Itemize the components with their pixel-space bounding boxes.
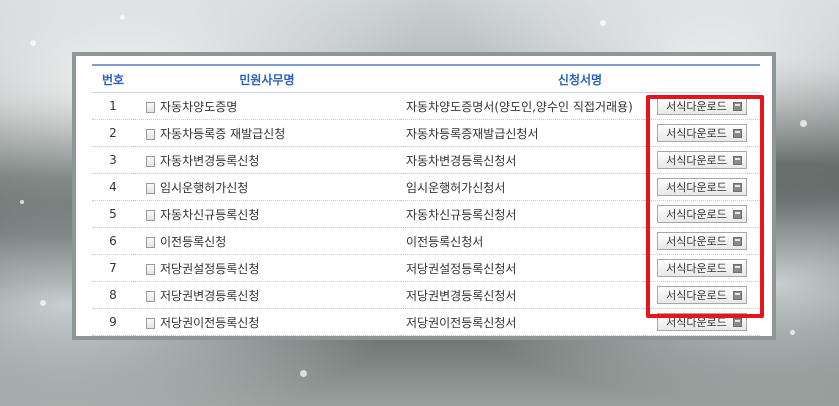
floppy-disk-icon [732,263,742,273]
table-row: 1 자동차양도증명 자동차양도증명서(양도인,양수인 직접거래용) 서식다운로드 [92,92,761,120]
row-service-name[interactable]: 임시운행허가신청 [134,173,400,201]
table-row: 8 저당권변경등록신청 저당권변경등록신청서 서식다운로드 [92,281,761,309]
table-row: 2 자동차등록증 재발급신청 자동차등록증재발급신청서 서식다운로드 [92,119,761,147]
service-name-text[interactable]: 자동차변경등록신청 [160,154,259,168]
row-form-name: 이전등록신청서 [400,227,644,255]
row-number: 6 [92,227,134,255]
document-icon [146,155,155,167]
table-row: 3 자동차변경등록신청 자동차변경등록신청서 서식다운로드 [92,146,761,174]
document-icon [146,209,155,221]
row-number: 7 [92,254,134,282]
table-row: 5 자동차신규등록신청 자동차신규등록신청서 서식다운로드 [92,200,761,228]
form-download-button[interactable]: 서식다운로드 [657,124,747,142]
download-label: 서식다운로드 [666,100,727,113]
row-form-name: 저당권이전등록신청서 [400,308,644,336]
download-label: 서식다운로드 [666,127,727,140]
form-download-button[interactable]: 서식다운로드 [657,151,747,169]
service-name-text[interactable]: 이전등록신청 [160,235,226,249]
floppy-disk-icon [732,182,742,192]
download-label: 서식다운로드 [666,181,727,194]
download-label: 서식다운로드 [666,208,727,221]
form-download-button[interactable]: 서식다운로드 [657,178,747,196]
document-icon [146,128,155,140]
row-form-name: 자동차변경등록신청서 [400,146,644,174]
table-row: 6 이전등록신청 이전등록신청서 서식다운로드 [92,227,761,255]
row-form-name: 자동차양도증명서(양도인,양수인 직접거래용) [400,92,644,120]
download-label: 서식다운로드 [666,154,727,167]
row-service-name[interactable]: 자동차등록증 재발급신청 [134,119,400,147]
row-download: 서식다운로드 [644,92,761,120]
row-number: 2 [92,119,134,147]
row-download: 서식다운로드 [644,173,761,201]
row-number: 1 [92,92,134,120]
document-icon [146,236,155,248]
row-number: 8 [92,281,134,309]
row-number: 3 [92,146,134,174]
row-download: 서식다운로드 [644,227,761,255]
service-name-text[interactable]: 자동차신규등록신청 [160,208,259,222]
form-download-button[interactable]: 서식다운로드 [657,97,747,115]
row-form-name: 자동차등록증재발급신청서 [400,119,644,147]
row-download: 서식다운로드 [644,200,761,228]
service-name-text[interactable]: 임시운행허가신청 [160,181,248,195]
row-number: 4 [92,173,134,201]
table-row: 9 저당권이전등록신청 저당권이전등록신청서 서식다운로드 [92,308,761,336]
floppy-disk-icon [732,101,742,111]
row-service-name[interactable]: 자동차양도증명 [134,92,400,120]
floppy-disk-icon [732,236,742,246]
floppy-disk-icon [732,155,742,165]
header-number: 번호 [92,64,134,93]
download-label: 서식다운로드 [666,316,727,329]
row-download: 서식다운로드 [644,281,761,309]
row-download: 서식다운로드 [644,254,761,282]
row-service-name[interactable]: 자동차신규등록신청 [134,200,400,228]
form-download-button[interactable]: 서식다운로드 [657,259,747,277]
row-number: 9 [92,308,134,336]
service-name-text[interactable]: 저당권이전등록신청 [160,316,259,330]
form-download-button[interactable]: 서식다운로드 [657,313,747,331]
row-download: 서식다운로드 [644,119,761,147]
document-icon [146,290,155,302]
row-download: 서식다운로드 [644,308,761,336]
service-name-text[interactable]: 저당권설정등록신청 [160,262,259,276]
floppy-disk-icon [732,128,742,138]
floppy-disk-icon [732,317,742,327]
row-service-name[interactable]: 저당권이전등록신청 [134,308,400,336]
form-download-button[interactable]: 서식다운로드 [657,286,747,304]
service-name-text[interactable]: 저당권변경등록신청 [160,289,259,303]
row-service-name[interactable]: 저당권설정등록신청 [134,254,400,282]
row-form-name: 저당권변경등록신청서 [400,281,644,309]
floppy-disk-icon [732,209,742,219]
row-form-name: 임시운행허가신청서 [400,173,644,201]
header-service-name: 민원사무명 [134,64,400,93]
row-number: 5 [92,200,134,228]
floppy-disk-icon [732,290,742,300]
row-download: 서식다운로드 [644,146,761,174]
document-icon [146,317,155,329]
table-row: 7 저당권설정등록신청 저당권설정등록신청서 서식다운로드 [92,254,761,282]
civil-forms-panel: 번호 민원사무명 신청서명 1 자동차양도증명 자동차양도증명서(양도인,양수인 직… [72,52,776,340]
row-service-name[interactable]: 저당권변경등록신청 [134,281,400,309]
document-icon [146,182,155,194]
header-form-name: 신청서명 [400,64,761,93]
table-header-row: 번호 민원사무명 신청서명 [92,64,761,93]
download-label: 서식다운로드 [666,235,727,248]
row-service-name[interactable]: 이전등록신청 [134,227,400,255]
document-icon [146,263,155,275]
service-name-text[interactable]: 자동차등록증 재발급신청 [160,127,285,141]
service-name-text[interactable]: 자동차양도증명 [160,100,237,114]
form-download-button[interactable]: 서식다운로드 [657,205,747,223]
form-download-button[interactable]: 서식다운로드 [657,232,747,250]
row-form-name: 저당권설정등록신청서 [400,254,644,282]
download-label: 서식다운로드 [666,262,727,275]
civil-forms-table: 번호 민원사무명 신청서명 1 자동차양도증명 자동차양도증명서(양도인,양수인 직… [92,64,761,336]
table-row: 4 임시운행허가신청 임시운행허가신청서 서식다운로드 [92,173,761,201]
document-icon [146,101,155,113]
row-form-name: 자동차신규등록신청서 [400,200,644,228]
download-label: 서식다운로드 [666,289,727,302]
row-service-name[interactable]: 자동차변경등록신청 [134,146,400,174]
